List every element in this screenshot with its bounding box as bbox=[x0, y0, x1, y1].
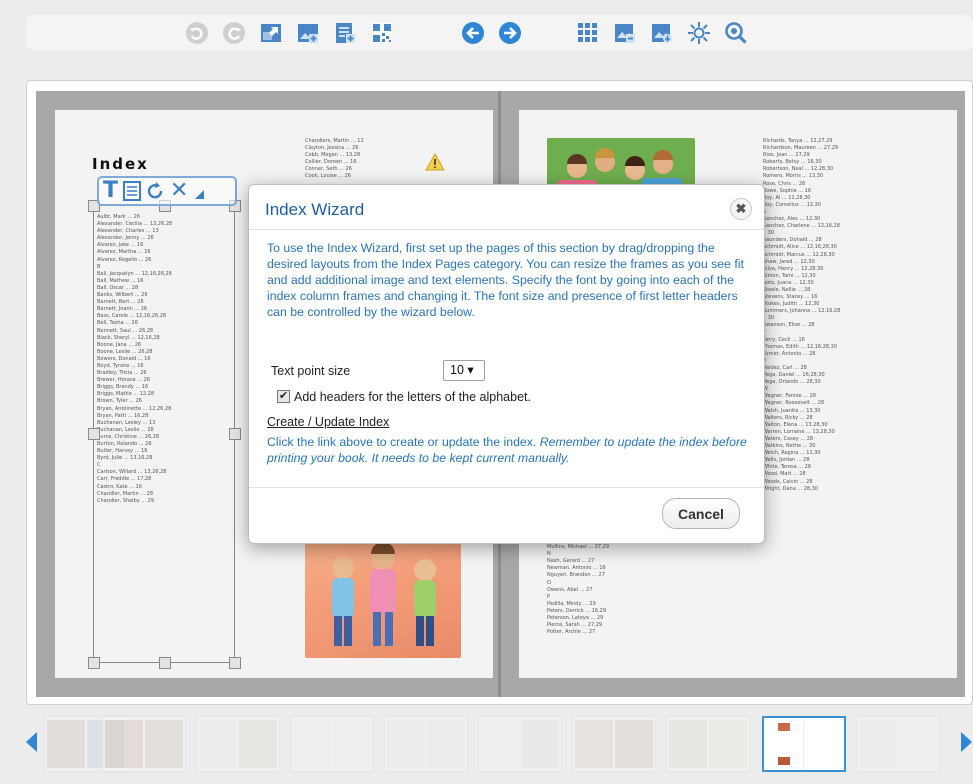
fullscreen-icon[interactable] bbox=[257, 19, 285, 47]
create-index-help: Click the link above to create or update… bbox=[267, 434, 753, 466]
resize-handle[interactable] bbox=[229, 428, 241, 440]
index-heading[interactable]: Index bbox=[92, 155, 149, 173]
text-point-size-select[interactable]: 10 ▾ bbox=[443, 360, 485, 381]
page-thumbnail[interactable] bbox=[384, 716, 468, 772]
page-thumbnail[interactable] bbox=[196, 716, 280, 772]
delete-frame-icon[interactable]: ✕ bbox=[170, 179, 188, 203]
add-photo-icon[interactable] bbox=[294, 19, 322, 47]
page-thumbnail-active[interactable] bbox=[762, 716, 846, 772]
page-thumbnail[interactable] bbox=[478, 716, 562, 772]
alphabet-headers-label[interactable]: Add headers for the letters of the alpha… bbox=[294, 390, 531, 404]
page-thumbnail[interactable] bbox=[102, 716, 186, 772]
create-update-index-link[interactable]: Create / Update Index bbox=[267, 415, 389, 429]
page-thumbnail[interactable] bbox=[666, 716, 750, 772]
rotate-icon[interactable] bbox=[146, 180, 166, 202]
thumbnails-prev-arrow[interactable] bbox=[26, 732, 37, 752]
alphabet-headers-checkbox[interactable]: ✔ bbox=[277, 390, 290, 403]
thumbnails-next-arrow[interactable] bbox=[961, 732, 972, 752]
text-tool-icon[interactable]: T bbox=[103, 179, 118, 203]
redo-icon[interactable] bbox=[220, 19, 248, 47]
download-page-icon[interactable] bbox=[648, 19, 676, 47]
close-icon[interactable]: ✖ bbox=[730, 198, 752, 220]
warning-icon[interactable] bbox=[425, 153, 445, 171]
page-thumbnail[interactable] bbox=[856, 716, 940, 772]
index-column-2[interactable]: Chandlers, Martin ... 12 Clayton, Jessic… bbox=[305, 138, 364, 181]
main-toolbar bbox=[26, 15, 973, 51]
resize-handle[interactable] bbox=[159, 657, 171, 669]
page-thumbnail[interactable] bbox=[290, 716, 374, 772]
kids-photo[interactable] bbox=[305, 528, 461, 658]
qr-code-icon[interactable] bbox=[368, 19, 396, 47]
grid-icon[interactable] bbox=[574, 19, 602, 47]
help-text: Click the link above to create or update… bbox=[267, 435, 540, 449]
frame-toolbar: T ✕ bbox=[97, 176, 237, 206]
next-page-icon[interactable] bbox=[496, 19, 524, 47]
wizard-instructions: To use the Index Wizard, first set up th… bbox=[267, 241, 744, 319]
cancel-button[interactable]: Cancel bbox=[662, 498, 740, 529]
previous-page-icon[interactable] bbox=[459, 19, 487, 47]
text-frame-icon[interactable] bbox=[122, 180, 142, 202]
index-column-3[interactable]: Mullins, Irene ... 16 Mullins, Michael .… bbox=[547, 537, 609, 636]
undo-icon[interactable] bbox=[183, 19, 211, 47]
add-text-icon[interactable] bbox=[331, 19, 359, 47]
save-page-icon[interactable] bbox=[611, 19, 639, 47]
text-point-size-label: Text point size bbox=[271, 364, 351, 378]
resize-corner-icon[interactable] bbox=[192, 180, 206, 202]
dialog-footer-divider bbox=[249, 487, 764, 488]
resize-handle[interactable] bbox=[229, 657, 241, 669]
index-column-4[interactable]: Richards, Tanya ... 12,27,29 Richardson,… bbox=[763, 138, 840, 493]
resize-handle[interactable] bbox=[88, 428, 100, 440]
preview-icon[interactable] bbox=[722, 19, 750, 47]
dialog-title: Index Wizard bbox=[265, 200, 365, 219]
dialog-divider bbox=[249, 229, 764, 230]
page-thumbnail[interactable] bbox=[572, 716, 656, 772]
index-wizard-dialog: Index Wizard ✖ To use the Index Wizard, … bbox=[248, 184, 765, 544]
selected-text-frame[interactable] bbox=[93, 205, 235, 663]
resize-handle[interactable] bbox=[88, 657, 100, 669]
brightness-icon[interactable] bbox=[685, 19, 713, 47]
